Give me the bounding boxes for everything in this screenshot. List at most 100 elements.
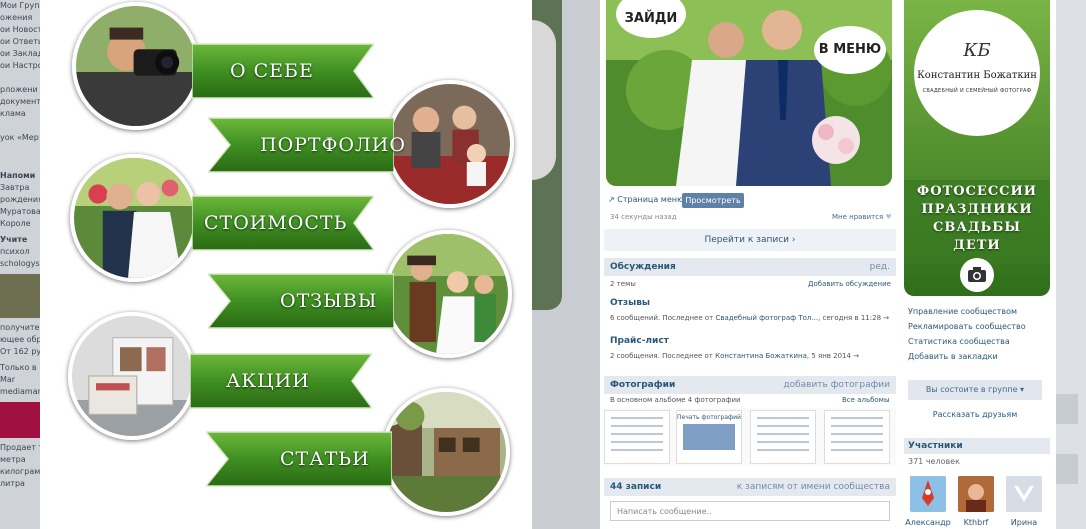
screenshot: Мои Группы ожения ои Новост ои Ответы ои Зак… xyxy=(0,0,1086,529)
dimmed-text-line: От 162 руб xyxy=(0,347,40,356)
dimmed-text-line: документы xyxy=(0,97,40,106)
page-link-row: ↗ Страница меню xyxy=(608,195,684,204)
manage-community-link[interactable]: Управление сообществом xyxy=(908,307,1017,316)
dimmed-text-line: килограм xyxy=(0,467,40,476)
goto-post-label: Перейти к записи xyxy=(704,235,790,245)
photo-thumbnail[interactable] xyxy=(824,410,890,464)
dimmed-text-line: Только в xyxy=(0,363,37,372)
dimmed-section-heading: Учите xyxy=(0,235,28,244)
community-stats-link[interactable]: Статистика сообщества xyxy=(908,337,1010,346)
menu-item-label: СТОИМОСТЬ xyxy=(204,212,348,234)
dimmed-text-line: Завтра xyxy=(0,183,30,192)
menu-item-label: ПОРТФОЛИО xyxy=(260,134,406,156)
members-header[interactable]: Участники xyxy=(904,438,1050,454)
tell-friends-link[interactable]: Рассказать друзьям xyxy=(900,410,1050,419)
dimmed-text-line: ои Ответы xyxy=(0,37,40,46)
logo-monogram: КБ xyxy=(963,40,991,61)
topic-meta-prefix: 6 сообщений. Последнее от xyxy=(610,314,714,322)
topic-author-link[interactable]: Свадебный фотограф Тол... xyxy=(715,314,818,322)
all-albums-link[interactable]: Все альбомы xyxy=(842,396,889,404)
dimmed-ad-image xyxy=(0,402,40,438)
dimmed-text-line: Продает т xyxy=(0,443,40,452)
menu-item-label: О СЕБЕ xyxy=(230,60,314,82)
discussions-edit-link[interactable]: ред. xyxy=(870,262,890,272)
topic-reviews-link[interactable]: Отзывы xyxy=(610,298,650,308)
advertise-community-link[interactable]: Рекламировать сообщество xyxy=(908,322,1026,331)
posts-filter-link[interactable]: к записям от имени сообщества xyxy=(737,482,890,492)
dimmed-text-line: получите у xyxy=(0,323,40,332)
cover-line: ФОТОСЕССИИ xyxy=(916,184,1038,199)
photo-thumbnail[interactable]: Печать фотографий xyxy=(676,410,742,464)
photos-header[interactable]: Фотографии добавить фотографии xyxy=(604,376,896,394)
menu-item-about[interactable]: О СЕБЕ xyxy=(192,38,374,104)
page-menu-link[interactable]: Страница меню xyxy=(617,195,683,204)
like-button[interactable]: Мне нравится ♥ xyxy=(832,213,892,221)
posts-header: 44 записи к записям от имени сообщества xyxy=(604,478,896,496)
topic-author-link[interactable]: Константина Божаткина xyxy=(715,352,807,360)
dimmed-text: Продает т метра килограм литра xyxy=(0,442,40,490)
add-discussion-link[interactable]: Добавить обсуждение xyxy=(808,280,891,288)
add-bookmark-link[interactable]: Добавить в закладки xyxy=(908,352,998,361)
promotions-photo xyxy=(68,312,196,440)
dimmed-background-strip xyxy=(532,0,600,529)
dimmed-text: Только в Mar mediamar xyxy=(0,362,40,398)
bubble-to-menu: В МЕНЮ xyxy=(814,26,886,74)
reviews-photo xyxy=(384,230,512,358)
topic-pricelist-link[interactable]: Прайс-лист xyxy=(610,336,669,346)
topic-meta-prefix: 2 сообщения. Последнее от xyxy=(610,352,713,360)
dimmed-logo xyxy=(532,20,556,180)
membership-dropdown[interactable]: Вы состоите в группе ▾ xyxy=(908,380,1042,400)
dimmed-text-line: ои Новост xyxy=(0,25,40,34)
dimmed-text: Завтра рождения Муратова, Короле xyxy=(0,182,40,230)
avatar[interactable] xyxy=(910,476,946,512)
dimmed-text-line: клама xyxy=(0,109,26,118)
dimmed-ad-image xyxy=(0,274,40,318)
dimmed-right-edge xyxy=(1056,0,1086,529)
dimmed-text-line: Муратова, xyxy=(0,207,40,216)
avatar[interactable] xyxy=(958,476,994,512)
arrow-icon: → xyxy=(883,314,890,322)
wedding-couple-photo xyxy=(70,154,198,282)
menu-item-label: ОТЗЫВЫ xyxy=(280,290,378,312)
dimmed-text: получите у ющее обр От 162 руб xyxy=(0,322,40,358)
heart-icon: ♥ xyxy=(885,213,892,221)
dimmed-text-line: рождения xyxy=(0,195,40,204)
menu-item-prices[interactable]: СТОИМОСТЬ xyxy=(192,190,374,256)
topic-pricelist-meta: 2 сообщения. Последнее от Константина Бо… xyxy=(610,352,859,360)
photo-thumbnail[interactable] xyxy=(750,410,816,464)
menu-item-label: АКЦИИ xyxy=(226,370,310,392)
member-name[interactable]: Александр xyxy=(905,518,951,527)
members-count: 371 человек xyxy=(908,457,960,466)
dimmed-text-line: ои Заклад xyxy=(0,49,40,58)
discussions-header[interactable]: Обсуждения ред. xyxy=(604,258,896,276)
dimmed-text-line: Mar xyxy=(0,375,16,384)
menu-item-promotions[interactable]: АКЦИИ xyxy=(190,348,372,414)
avatar[interactable] xyxy=(1006,476,1042,512)
members-title: Участники xyxy=(908,441,963,451)
menu-item-reviews[interactable]: ОТЗЫВЫ xyxy=(208,268,394,334)
wedding-menu-banner[interactable]: ЗАЙДИ В МЕНЮ xyxy=(606,0,892,186)
post-timestamp[interactable]: 34 секунды назад xyxy=(610,213,677,221)
member-name[interactable]: Kthbrf xyxy=(953,518,999,527)
dimmed-text-line: психол xyxy=(0,247,30,256)
add-photos-link[interactable]: добавить фотографии xyxy=(783,380,890,390)
menu-item-portfolio[interactable]: ПОРТФОЛИО xyxy=(208,112,405,178)
dimmed-text-line: ожения xyxy=(0,13,33,22)
arrow-icon: → xyxy=(853,352,860,360)
articles-photo xyxy=(382,388,510,516)
photo-thumbnail[interactable] xyxy=(604,410,670,464)
dimmed-section-heading: Напоми xyxy=(0,171,36,180)
new-post-input[interactable]: Написать сообщение.. xyxy=(610,501,890,521)
member-name[interactable]: Ирина xyxy=(1001,518,1047,527)
dimmed-text-line: Короле xyxy=(0,219,31,228)
dimmed-text-line: литра xyxy=(0,479,25,488)
topic-reviews-meta: 6 сообщений. Последнее от Свадебный фото… xyxy=(610,314,889,322)
goto-post-button[interactable]: Перейти к записи › xyxy=(604,229,896,251)
dimmed-text-line: ои Настро xyxy=(0,61,40,70)
menu-item-label: СТАТЬИ xyxy=(280,448,370,470)
menu-item-articles[interactable]: СТАТЬИ xyxy=(206,426,392,492)
photo-thumbnails: Печать фотографий xyxy=(604,408,896,466)
dimmed-text-line xyxy=(0,72,40,84)
view-button[interactable]: Просмотреть xyxy=(682,193,744,208)
dimmed-text-line: Мои Группы xyxy=(0,1,40,10)
